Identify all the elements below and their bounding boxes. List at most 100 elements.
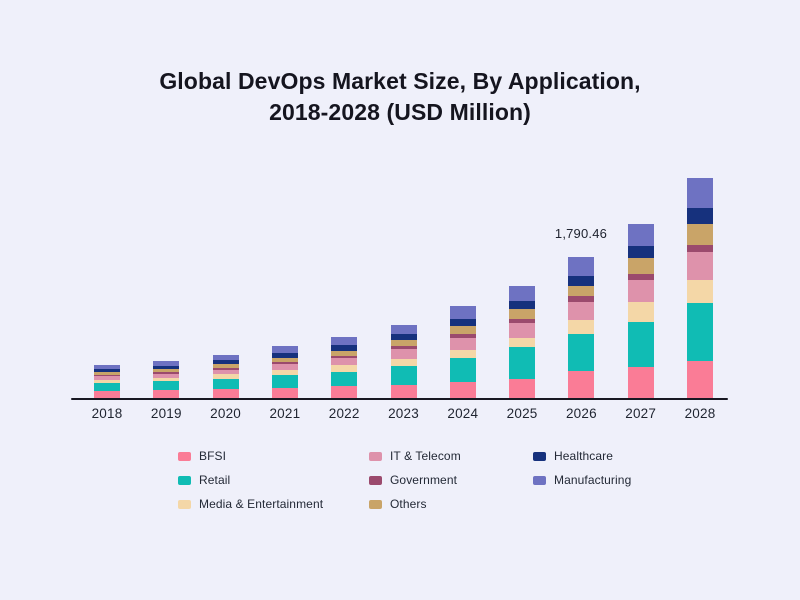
legend-item-healthcare: Healthcare <box>533 444 631 468</box>
bar-2024 <box>450 306 476 398</box>
segment-it-telecom <box>509 323 535 338</box>
x-label-2025: 2025 <box>507 406 538 421</box>
legend-column-2: IT & Telecom Government Others <box>369 444 461 516</box>
segment-it-telecom <box>687 252 713 280</box>
x-label-2021: 2021 <box>269 406 300 421</box>
segment-government <box>568 296 594 303</box>
segment-retail <box>628 322 654 367</box>
segment-bfsi <box>628 367 654 398</box>
bar-2026 <box>568 257 594 398</box>
segment-it-telecom <box>391 349 417 359</box>
segment-bfsi <box>94 391 120 398</box>
legend-label: Retail <box>199 473 230 487</box>
segment-manufacturing <box>450 306 476 319</box>
segment-others <box>450 326 476 334</box>
segment-media-entertainment <box>568 320 594 334</box>
bar-2018 <box>94 365 120 398</box>
bar-2020 <box>213 355 239 398</box>
segment-retail <box>153 381 179 390</box>
segment-healthcare <box>450 319 476 326</box>
segment-manufacturing <box>509 286 535 301</box>
bar-2019 <box>153 361 179 398</box>
segment-manufacturing <box>391 325 417 335</box>
bar-2028 <box>687 178 713 398</box>
segment-manufacturing <box>628 224 654 246</box>
x-label-2027: 2027 <box>625 406 656 421</box>
segment-bfsi <box>153 390 179 398</box>
segment-healthcare <box>687 208 713 223</box>
x-label-2028: 2028 <box>685 406 716 421</box>
legend-label: Others <box>390 497 427 511</box>
x-label-2023: 2023 <box>388 406 419 421</box>
segment-bfsi <box>272 388 298 398</box>
legend-item-bfsi: BFSI <box>178 444 323 468</box>
legend-swatch-it-telecom <box>369 452 382 461</box>
segment-media-entertainment <box>509 338 535 347</box>
segment-manufacturing <box>568 257 594 276</box>
x-label-2026: 2026 <box>566 406 597 421</box>
legend-item-it-telecom: IT & Telecom <box>369 444 461 468</box>
segment-it-telecom <box>331 358 357 365</box>
segment-it-telecom <box>450 338 476 350</box>
segment-bfsi <box>331 386 357 398</box>
legend-swatch-bfsi <box>178 452 191 461</box>
bar-2027 <box>628 224 654 398</box>
segment-retail <box>391 366 417 384</box>
segment-manufacturing <box>272 346 298 353</box>
legend-column-3: Healthcare Manufacturing <box>533 444 631 492</box>
legend-swatch-retail <box>178 476 191 485</box>
x-label-2024: 2024 <box>447 406 478 421</box>
legend-swatch-government <box>369 476 382 485</box>
bar-2021 <box>272 346 298 398</box>
segment-media-entertainment <box>628 302 654 322</box>
bar-2025 <box>509 286 535 398</box>
segment-retail <box>687 303 713 361</box>
legend-label: BFSI <box>199 449 226 463</box>
segment-healthcare <box>568 276 594 286</box>
segment-manufacturing <box>331 337 357 345</box>
segment-bfsi <box>568 371 594 398</box>
segment-media-entertainment <box>391 359 417 366</box>
segment-bfsi <box>213 389 239 398</box>
legend-swatch-others <box>369 500 382 509</box>
segment-others <box>509 309 535 319</box>
legend-label: Media & Entertainment <box>199 497 323 511</box>
segment-retail <box>568 334 594 371</box>
segment-bfsi <box>687 361 713 398</box>
legend-label: Healthcare <box>554 449 613 463</box>
x-label-2022: 2022 <box>329 406 360 421</box>
legend-item-manufacturing: Manufacturing <box>533 468 631 492</box>
legend-swatch-manufacturing <box>533 476 546 485</box>
peak-value-label: 1,790.46 <box>555 226 607 241</box>
segment-bfsi <box>509 379 535 398</box>
x-axis-line <box>71 398 728 400</box>
legend-swatch-media-entertainment <box>178 500 191 509</box>
segment-retail <box>213 379 239 389</box>
legend-swatch-healthcare <box>533 452 546 461</box>
legend-label: Manufacturing <box>554 473 631 487</box>
segment-others <box>687 224 713 245</box>
segment-it-telecom <box>568 302 594 320</box>
segment-retail <box>272 375 298 387</box>
segment-it-telecom <box>628 280 654 302</box>
segment-others <box>628 258 654 274</box>
legend-label: IT & Telecom <box>390 449 461 463</box>
legend-item-government: Government <box>369 468 461 492</box>
segment-healthcare <box>628 246 654 258</box>
segment-retail <box>509 347 535 379</box>
x-label-2019: 2019 <box>151 406 182 421</box>
segment-government <box>687 245 713 252</box>
segment-bfsi <box>391 385 417 398</box>
legend-column-1: BFSI Retail Media & Entertainment <box>178 444 323 516</box>
segment-retail <box>94 383 120 391</box>
legend-item-retail: Retail <box>178 468 323 492</box>
legend-label: Government <box>390 473 457 487</box>
bar-2022 <box>331 337 357 398</box>
legend-item-others: Others <box>369 492 461 516</box>
x-label-2020: 2020 <box>210 406 241 421</box>
segment-retail <box>331 372 357 387</box>
bar-2023 <box>391 325 417 398</box>
legend-item-media-entertainment: Media & Entertainment <box>178 492 323 516</box>
segment-media-entertainment <box>687 280 713 304</box>
segment-bfsi <box>450 382 476 398</box>
